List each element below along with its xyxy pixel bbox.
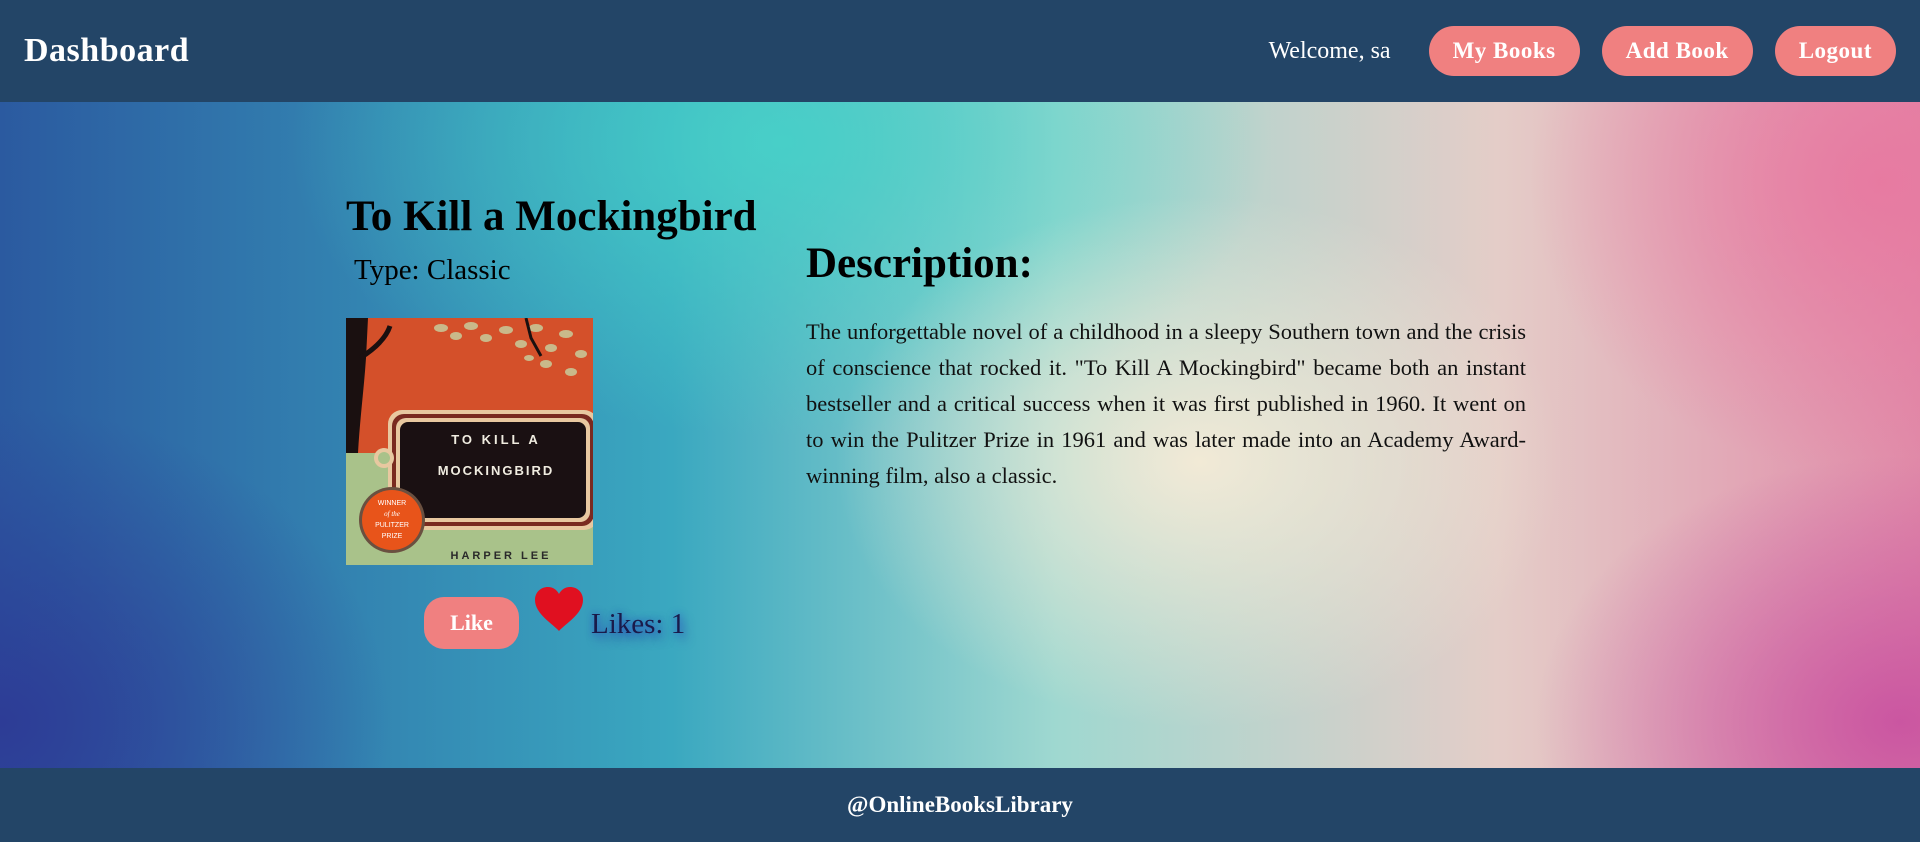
seal-line-4: PRIZE bbox=[382, 533, 403, 540]
description-heading: Description: bbox=[806, 240, 1033, 287]
seal-line-3: PULITZER bbox=[375, 522, 409, 529]
seal-line-1: WINNER bbox=[378, 500, 406, 507]
like-button[interactable]: Like bbox=[424, 597, 519, 649]
book-type: Type: Classic bbox=[354, 254, 511, 286]
cover-title-line1: TO KILL A bbox=[451, 432, 541, 447]
cover-author: HARPER LEE bbox=[451, 550, 552, 562]
footer-text: @OnlineBooksLibrary bbox=[847, 792, 1073, 817]
welcome-text: Welcome, sa bbox=[1268, 37, 1391, 64]
cover-title-line2: MOCKINGBIRD bbox=[438, 463, 555, 478]
description-text: The unforgettable novel of a childhood i… bbox=[806, 319, 1526, 488]
add-book-button[interactable]: Add Book bbox=[1601, 26, 1753, 76]
likes-count: Likes: 1 bbox=[591, 608, 686, 640]
like-controls: Like Likes: 1 bbox=[424, 586, 685, 649]
book-detail-section: To Kill a Mockingbird Type: Classic TO K… bbox=[0, 102, 1920, 768]
book-cover-image: TO KILL A MOCKINGBIRD HARPER LEE WINNER … bbox=[346, 318, 593, 565]
book-title: To Kill a Mockingbird bbox=[346, 193, 757, 240]
dashboard-title: Dashboard bbox=[24, 32, 190, 69]
nav-actions: Welcome, sa My Books Add Book Logout bbox=[1269, 26, 1896, 76]
footer: @OnlineBooksLibrary bbox=[0, 768, 1920, 842]
logout-button[interactable]: Logout bbox=[1774, 26, 1896, 76]
my-books-button[interactable]: My Books bbox=[1428, 26, 1580, 76]
heart-icon[interactable] bbox=[533, 586, 585, 637]
seal-line-2: of the bbox=[384, 510, 400, 518]
top-navbar: Dashboard Welcome, sa My Books Add Book … bbox=[0, 0, 1920, 102]
